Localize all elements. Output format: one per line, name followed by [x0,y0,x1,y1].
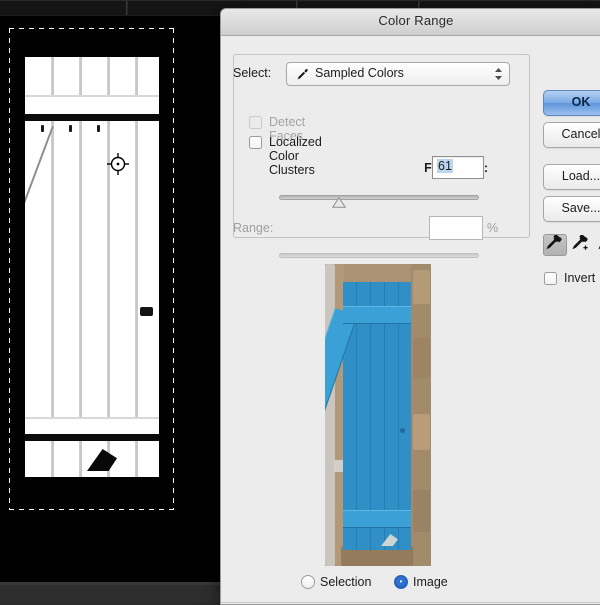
dialog-title: Color Range [221,13,600,28]
save-button[interactable]: Save... [543,196,600,222]
eyedropper-minus-icon [596,235,600,253]
color-range-preview-thumbnail[interactable] [325,264,431,566]
range-row: Range: % [233,216,525,242]
load-button[interactable]: Load... [543,164,600,190]
eyedropper-tool-group [543,234,600,258]
detect-faces-checkbox-box [249,116,262,129]
fuzziness-slider-track[interactable] [279,195,479,200]
range-slider [279,249,479,263]
eyedropper-sample-button[interactable] [543,234,567,256]
eyedropper-target-cursor [107,153,129,175]
fuzziness-input[interactable]: 61 [432,156,484,179]
fuzziness-row: Fuzziness: 61 [233,156,525,182]
radio-image-circle[interactable] [394,575,408,589]
blue-shutter [343,282,411,550]
invert-label: Invert [564,271,595,285]
invert-checkbox-box[interactable] [544,272,557,285]
localized-color-clusters-checkbox-box[interactable] [249,136,262,149]
document-canvas[interactable] [0,16,221,582]
fuzziness-slider[interactable] [279,191,479,205]
fuzziness-value: 61 [437,159,453,173]
chevron-updown-icon [494,66,503,82]
ok-button[interactable]: OK [543,90,600,116]
preview-photo [325,264,431,566]
select-dropdown[interactable]: Sampled Colors [286,62,510,86]
select-label: Select: [233,66,271,80]
eyedropper-icon [544,235,564,253]
radio-selection-label: Selection [320,575,371,589]
color-range-dialog: Color Range Select: Sampled Colors Detec… [220,8,600,605]
eyedropper-plus-icon [570,235,590,253]
document-artwork-grayscale-mask [25,57,159,477]
dialog-body: Select: Sampled Colors Detect Faces Loca… [221,36,600,605]
range-input [429,216,483,240]
eyedropper-subtract-button[interactable] [595,234,600,256]
range-slider-track [279,253,479,258]
eyedropper-add-button[interactable] [569,234,593,256]
range-label: Range: [233,221,273,235]
footer-divider [221,602,600,603]
options-bar-segment [0,1,127,15]
eyedropper-icon [295,67,309,81]
status-bar-segment [0,585,223,602]
range-percent-symbol: % [487,221,498,235]
fuzziness-slider-thumb[interactable] [332,197,346,208]
select-row: Select: Sampled Colors [233,62,525,86]
radio-selection-circle[interactable] [301,575,315,589]
select-dropdown-value: Sampled Colors [315,66,404,80]
dialog-button-column: OK Cancel Load... Save... [543,54,600,304]
radio-image-label: Image [413,575,448,589]
preview-mode-radio-group: Selection Image [221,574,537,596]
dialog-titlebar[interactable]: Color Range [221,9,600,36]
cancel-button[interactable]: Cancel [543,122,600,148]
